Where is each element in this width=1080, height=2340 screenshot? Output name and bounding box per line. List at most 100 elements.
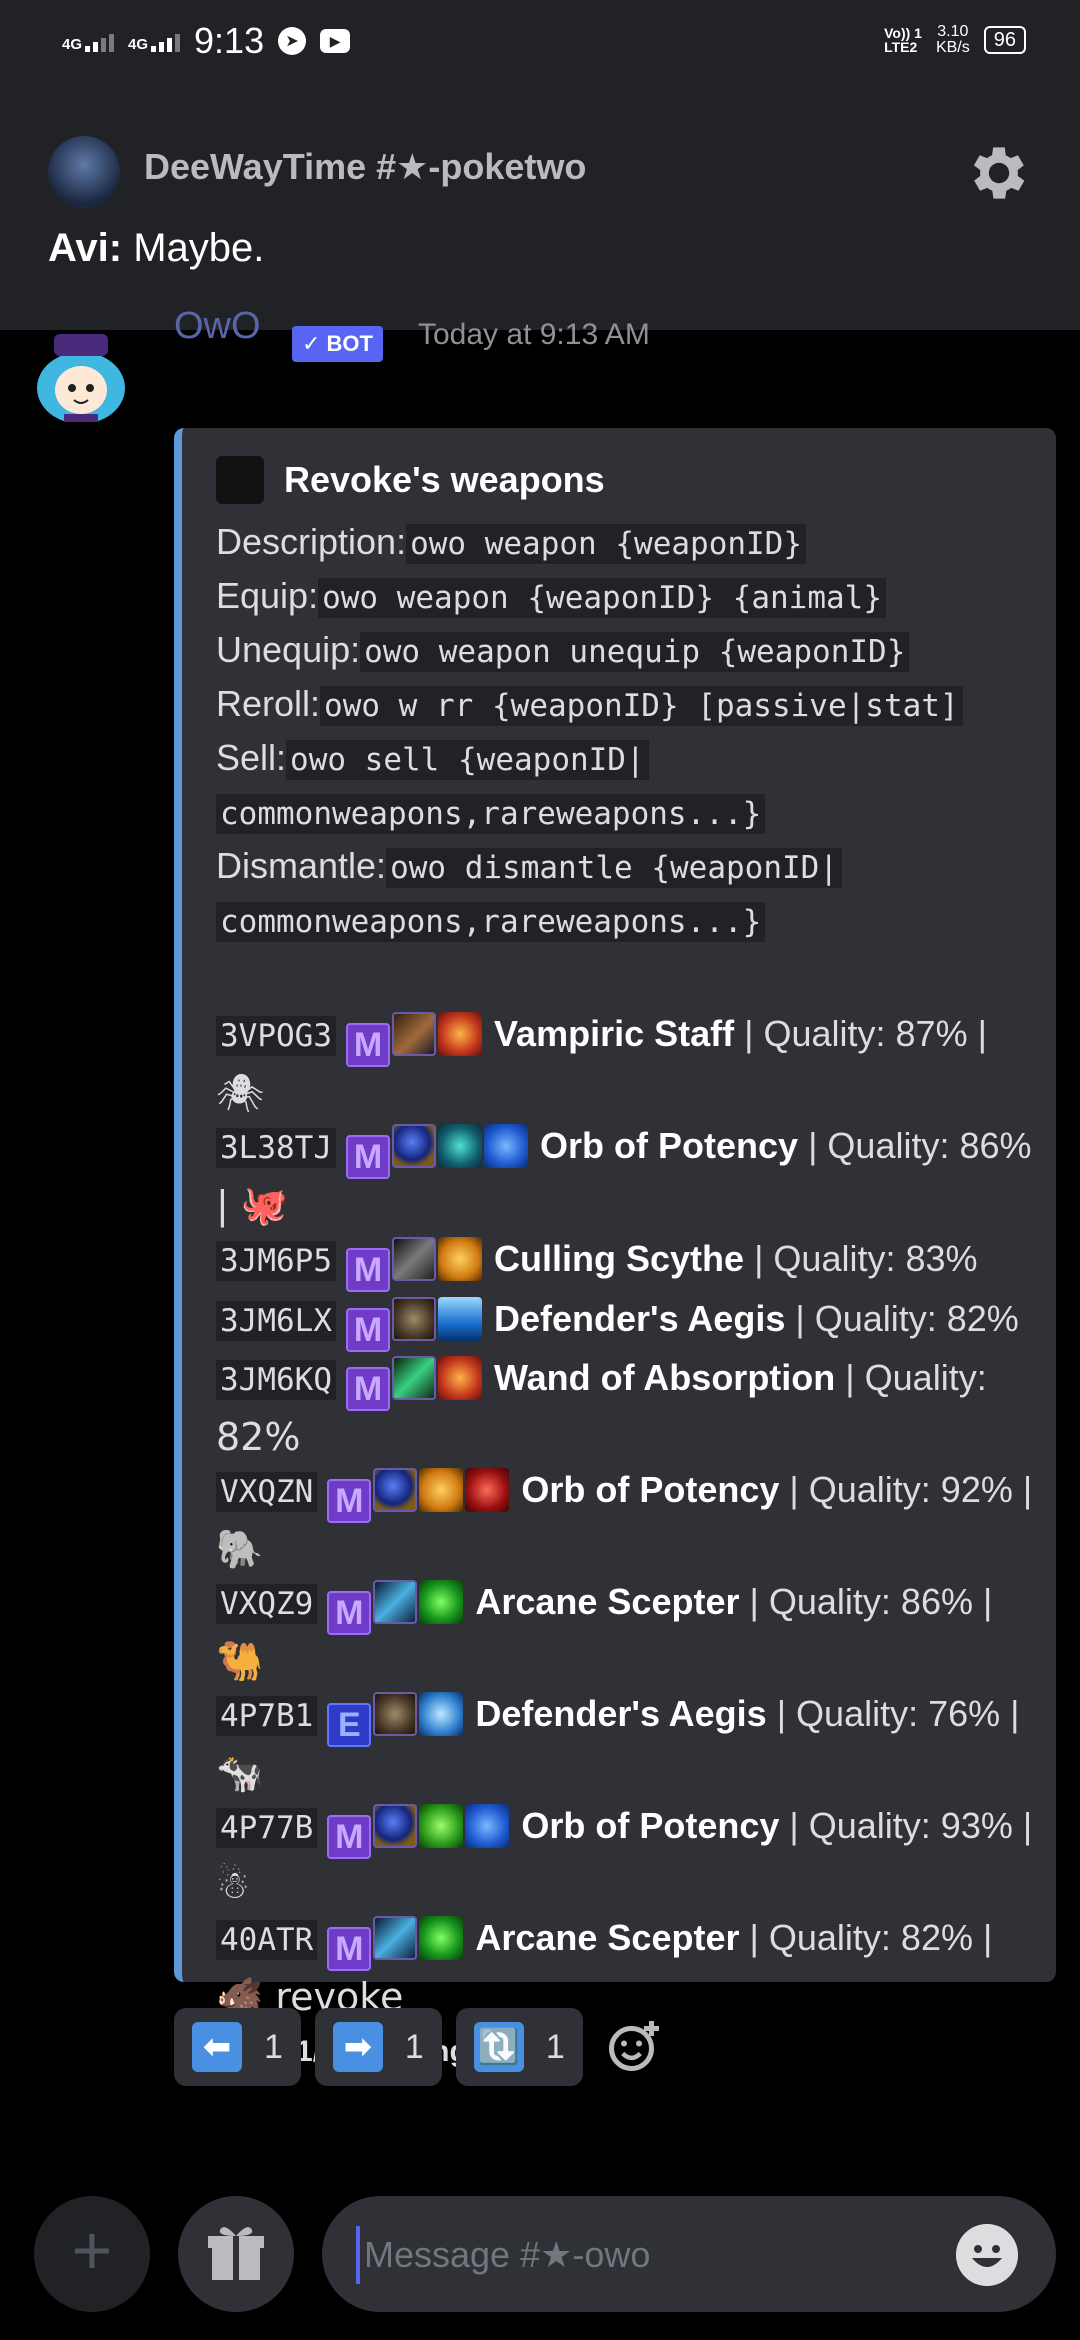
- command-code: commonweapons,rareweapons...}: [216, 902, 766, 942]
- network-speed: 3.10 KB/s: [935, 23, 970, 56]
- add-attachment-button[interactable]: +: [34, 2196, 150, 2312]
- command-label: Reroll:: [216, 683, 321, 724]
- command-code: owo dismantle {weaponID|: [386, 848, 842, 888]
- aegis-icon: [392, 1297, 436, 1341]
- weapon-id: VXQZN: [216, 1472, 318, 1512]
- fire-icon: [438, 1356, 482, 1400]
- gear-icon[interactable]: [964, 138, 1034, 208]
- orb-icon: [392, 1124, 436, 1168]
- pet-emoji: 🐘: [216, 1527, 264, 1571]
- weapons-embed: Revoke's weapons Description: owo weapon …: [174, 428, 1056, 2068]
- weapon-id: 4P7B1: [216, 1696, 318, 1736]
- add-reaction-icon[interactable]: [604, 2016, 664, 2076]
- weapon-name: Defender's Aegis: [494, 1298, 786, 1339]
- staff-icon: [392, 1012, 436, 1056]
- weapon-row: VXQZ9 M Arcane Scepter | Quality: 86% | …: [216, 1576, 1036, 1688]
- shield-icon: [465, 1804, 510, 1848]
- gift-icon[interactable]: [178, 2196, 294, 2312]
- signal-2-icon: 4G: [128, 30, 181, 53]
- command-label: Equip:: [216, 575, 319, 616]
- command-code: owo weapon {weaponID} {animal}: [318, 578, 886, 618]
- status-left: 4G 4G 9:13 ➤ ▶: [62, 20, 351, 62]
- weapon-quality: | Quality: 93% |: [789, 1805, 1033, 1846]
- emoji-icon[interactable]: [956, 2224, 1018, 2286]
- weapon-quality: | Quality: 82% |: [749, 1917, 993, 1958]
- pet-emoji: 🐫: [216, 1639, 264, 1683]
- channel-header: DeeWayTime #★-poketwo Avi: Maybe.: [0, 86, 1080, 330]
- command-code: owo weapon unequip {weaponID}: [360, 632, 910, 672]
- weapon-id: 3L38TJ: [216, 1128, 336, 1168]
- weapon-quality: | Quality: 76% |: [776, 1693, 1020, 1734]
- reaction-button[interactable]: ➡ 1: [314, 2008, 442, 2086]
- volte-indicator: Vo)) 1 LTE2: [884, 25, 922, 55]
- rank-icon: M: [327, 1927, 372, 1971]
- weapon-quality: | Quality: 92% |: [789, 1469, 1033, 1510]
- rank-icon: M: [327, 1591, 372, 1635]
- clock: 9:13: [194, 20, 265, 61]
- command-line-continued: commonweapons,rareweapons...}: [216, 894, 1036, 948]
- weapon-id: 4P77B: [216, 1808, 318, 1848]
- weapon-quality: | Quality: 87% |: [744, 1013, 987, 1054]
- shield-icon: [484, 1124, 528, 1168]
- command-line: Equip: owo weapon {weaponID} {animal}: [216, 570, 1036, 624]
- command-code: owo sell {weaponID|: [286, 740, 649, 780]
- weapon-quality: | Quality: 82%: [795, 1298, 1019, 1339]
- moon-icon: [419, 1468, 464, 1512]
- rank-icon: M: [346, 1367, 390, 1411]
- weapon-row: 4P77B M Orb of Potency | Quality: 93% | …: [216, 1800, 1036, 1912]
- reaction-button[interactable]: 🔃 1: [455, 2008, 583, 2086]
- youtube-icon: ▶: [320, 29, 351, 53]
- reaction-emoji-icon: ⬅: [192, 2022, 242, 2072]
- reaction-button[interactable]: ⬅ 1: [174, 2008, 301, 2086]
- server-avatar[interactable]: [48, 136, 120, 208]
- scepter-icon: [373, 1580, 418, 1624]
- weapon-quality: | Quality: 86% |: [749, 1581, 993, 1622]
- command-label: Unequip:: [216, 629, 361, 670]
- message-input[interactable]: [356, 2226, 926, 2284]
- pet-emoji: 🐄: [216, 1751, 264, 1795]
- pet-emoji: 82%: [216, 1415, 301, 1459]
- reaction-count: 1: [264, 2027, 283, 2066]
- weapon-row: 3JM6P5 M Culling Scythe | Quality: 83%: [216, 1232, 1036, 1292]
- status-bar: 4G 4G 9:13 ➤ ▶ Vo)) 1 LTE2 3.10 KB/s 96: [0, 0, 1080, 86]
- command-list: Description: owo weapon {weaponID} Equip: o…: [216, 516, 1036, 948]
- command-label: Dismantle:: [216, 845, 387, 886]
- moon-icon: [438, 1237, 482, 1281]
- weapon-row: 3L38TJ M Orb of Potency | Quality: 86% |…: [216, 1120, 1036, 1232]
- weapon-id: 3JM6LX: [216, 1301, 336, 1341]
- weapon-row: VXQZN M Orb of Potency | Quality: 92% | …: [216, 1464, 1036, 1576]
- weapon-name: Defender's Aegis: [475, 1693, 767, 1734]
- blue-icon: [438, 1297, 482, 1341]
- embed-body: Revoke's weapons Description: owo weapon …: [216, 452, 1036, 2074]
- rank-icon: M: [346, 1308, 390, 1352]
- weapon-row: 4P7B1 E Defender's Aegis | Quality: 76% …: [216, 1688, 1036, 1800]
- weapon-row: 3JM6KQ M Wand of Absorption | Quality: 8…: [216, 1352, 1036, 1464]
- rank-icon: M: [346, 1023, 390, 1067]
- rank-icon: M: [346, 1135, 390, 1179]
- network-type-2: 4G: [128, 36, 149, 53]
- bot-avatar[interactable]: [24, 330, 138, 422]
- command-line: Reroll: owo w rr {weaponID} [passive|stat…: [216, 678, 1036, 732]
- weapon-list: 3VPOG3 M Vampiric Staff | Quality: 87% |…: [216, 1008, 1036, 2024]
- pet-emoji: | 🐙: [216, 1183, 289, 1227]
- reaction-emoji-icon: 🔃: [473, 2022, 524, 2072]
- weapon-id: VXQZ9: [216, 1584, 318, 1624]
- command-line-continued: commonweapons,rareweapons...}: [216, 786, 1036, 840]
- network-type-1: 4G: [62, 36, 83, 53]
- wand-icon: [392, 1356, 436, 1400]
- status-right: Vo)) 1 LTE2 3.10 KB/s 96: [884, 24, 1026, 56]
- weapon-id: 3JM6P5: [216, 1241, 336, 1281]
- channel-title[interactable]: DeeWayTime #★-poketwo: [144, 146, 586, 188]
- composer-bar: +: [0, 2178, 1080, 2340]
- pet-emoji: ☃: [216, 1863, 251, 1907]
- rank-icon: M: [346, 1248, 390, 1292]
- reaction-bar: ⬅ 1 ➡ 1 🔃 1: [174, 2008, 583, 2086]
- weapon-quality: | Quality: 86%: [808, 1125, 1032, 1166]
- command-code: owo weapon {weaponID}: [406, 524, 807, 564]
- reaction-count: 1: [404, 2027, 424, 2066]
- bot-badge: ✓ BOT: [292, 326, 383, 362]
- reaction-emoji-icon: ➡: [332, 2022, 383, 2072]
- command-line: Sell: owo sell {weaponID|: [216, 732, 1036, 786]
- message-author[interactable]: OwO: [174, 305, 261, 348]
- leaf-icon: [419, 1804, 464, 1848]
